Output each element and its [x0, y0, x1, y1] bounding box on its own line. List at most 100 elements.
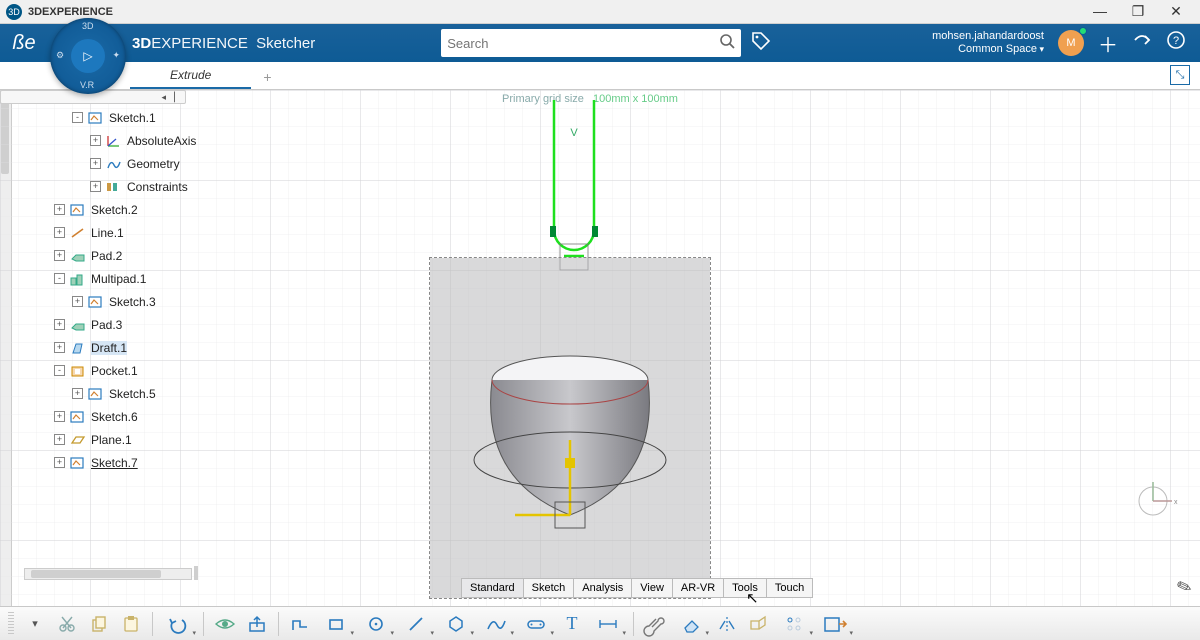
compass-south-label[interactable]: V.R — [80, 80, 94, 90]
plane-icon — [69, 432, 87, 448]
compass-east-label[interactable]: ✦ — [112, 50, 120, 61]
section-tab-view[interactable]: View — [631, 578, 673, 598]
exit-sketch-icon[interactable]: ▾ — [816, 610, 854, 638]
tree-node-label: Draft.1 — [91, 341, 127, 355]
tree-node-sketch-2[interactable]: + Sketch.2 — [18, 198, 268, 221]
tree-node-sketch-1[interactable]: -Sketch.1 — [18, 106, 268, 129]
add-icon[interactable]: ＋ — [1098, 29, 1118, 58]
project-tool-icon[interactable] — [744, 610, 774, 638]
tree-expander-icon[interactable]: - — [72, 112, 83, 123]
user-block[interactable]: mohsen.jahandardoost Common Space — [932, 30, 1044, 56]
tree-expander-icon[interactable]: + — [54, 342, 65, 353]
section-tab-touch[interactable]: Touch — [766, 578, 813, 598]
tree-node-absoluteaxis[interactable]: +AbsoluteAxis — [18, 129, 268, 152]
tag-icon[interactable] — [751, 31, 771, 56]
circle-tool-icon[interactable]: ▾ — [357, 610, 395, 638]
share-icon[interactable] — [1132, 30, 1152, 56]
tree-expander-icon[interactable]: + — [72, 296, 83, 307]
tree-expander-icon[interactable]: - — [54, 273, 65, 284]
tab-add-button[interactable]: + — [251, 65, 283, 89]
cut-icon[interactable] — [52, 610, 82, 638]
compass-north-label[interactable]: 3D — [82, 21, 94, 31]
tree-expander-icon[interactable]: + — [90, 181, 101, 192]
slot-tool-icon[interactable]: ▾ — [517, 610, 555, 638]
section-tab-ar-vr[interactable]: AR-VR — [672, 578, 724, 598]
compass[interactable]: 3D V.R ⚙ ✦ ▷ — [50, 18, 126, 94]
search-field[interactable] — [441, 29, 741, 57]
visibility-icon[interactable] — [210, 610, 240, 638]
paste-icon[interactable] — [116, 610, 146, 638]
tree-expander-icon[interactable]: + — [54, 250, 65, 261]
copy-icon[interactable] — [84, 610, 114, 638]
toolbar-grip-icon[interactable] — [8, 612, 14, 636]
help-icon[interactable]: ? — [1166, 30, 1186, 56]
mirror-tool-icon[interactable] — [712, 610, 742, 638]
tree-expander-icon[interactable]: + — [54, 227, 65, 238]
tree-expander-icon[interactable]: + — [90, 158, 101, 169]
module-name: Sketcher — [256, 35, 315, 52]
compass-west-label[interactable]: ⚙ — [56, 50, 64, 61]
toolbar-expand-button[interactable]: ▾ — [20, 610, 50, 638]
slot-profile[interactable]: V — [548, 96, 608, 271]
attach-icon[interactable] — [640, 610, 670, 638]
tree-expander-icon[interactable]: + — [54, 319, 65, 330]
tree-node-constraints[interactable]: +Constraints — [18, 175, 268, 198]
window-titlebar: 3D 3DEXPERIENCE — ❐ ✕ — [0, 0, 1200, 24]
tree-expander-icon[interactable]: + — [72, 388, 83, 399]
splitter-handle[interactable] — [194, 566, 198, 580]
text-tool-icon[interactable]: T — [557, 610, 587, 638]
profile-tool-icon[interactable] — [285, 610, 315, 638]
sketch-icon — [69, 409, 87, 425]
tree-node-line-1[interactable]: +Line.1 — [18, 221, 268, 244]
search-icon[interactable] — [719, 33, 735, 54]
tree-expander-icon[interactable]: + — [90, 135, 101, 146]
pattern-tool-icon[interactable]: ▾ — [776, 610, 814, 638]
line-tool-icon[interactable]: ▾ — [397, 610, 435, 638]
feature-tree[interactable]: -Sketch.1+AbsoluteAxis+Geometry+Constrai… — [18, 106, 268, 474]
rectangle-tool-icon[interactable]: ▾ — [317, 610, 355, 638]
app-brand: 3DEXPERIENCE Sketcher — [132, 35, 315, 52]
eraser-icon[interactable]: ▾ — [672, 610, 710, 638]
hexagon-tool-icon[interactable]: ▾ — [437, 610, 475, 638]
compass-play-icon[interactable]: ▷ — [71, 39, 105, 73]
spline-tool-icon[interactable]: ▾ — [477, 610, 515, 638]
scrollbar-thumb[interactable] — [31, 570, 161, 578]
dimension-tool-icon[interactable]: ▾ — [589, 610, 627, 638]
section-tab-standard[interactable]: Standard — [461, 578, 524, 598]
window-restore-button[interactable]: ❐ — [1128, 3, 1148, 20]
tree-node-label: Sketch.2 — [91, 203, 138, 217]
tree-node-sketch-6[interactable]: +Sketch.6 — [18, 405, 268, 428]
tree-node-pad-3[interactable]: +Pad.3 — [18, 313, 268, 336]
window-close-button[interactable]: ✕ — [1166, 3, 1186, 20]
tree-expander-icon[interactable]: + — [54, 434, 65, 445]
tree-expander-icon[interactable]: + — [54, 204, 65, 215]
window-minimize-button[interactable]: — — [1090, 3, 1110, 20]
view-triad-icon[interactable]: x — [1128, 476, 1178, 526]
section-tab-analysis[interactable]: Analysis — [573, 578, 632, 598]
tree-node-draft-1[interactable]: + Draft.1 — [18, 336, 268, 359]
tree-node-pad-2[interactable]: +Pad.2 — [18, 244, 268, 267]
space-selector[interactable]: Common Space — [932, 43, 1044, 56]
avatar[interactable]: M — [1058, 30, 1084, 56]
export-icon[interactable] — [242, 610, 272, 638]
tab-extrude[interactable]: Extrude — [130, 64, 251, 89]
presence-badge-icon — [1079, 27, 1087, 35]
tree-expander-icon[interactable]: + — [54, 411, 65, 422]
model-cone[interactable] — [455, 340, 695, 570]
search-input[interactable] — [447, 36, 719, 51]
tree-node-geometry[interactable]: +Geometry — [18, 152, 268, 175]
tree-node-sketch-5[interactable]: +Sketch.5 — [18, 382, 268, 405]
collapse-ui-button[interactable]: ⤡ — [1170, 65, 1190, 85]
tree-node-sketch-7[interactable]: +Sketch.7 — [18, 451, 268, 474]
section-tab-sketch[interactable]: Sketch — [523, 578, 575, 598]
section-tab-tools[interactable]: Tools — [723, 578, 767, 598]
tree-node-sketch-3[interactable]: +Sketch.3 — [18, 290, 268, 313]
tree-node-label: Plane.1 — [91, 433, 132, 447]
tree-node-plane-1[interactable]: + Plane.1 — [18, 428, 268, 451]
tree-expander-icon[interactable]: + — [54, 457, 65, 468]
tree-h-scrollbar[interactable] — [24, 568, 192, 580]
tree-node-multipad-1[interactable]: -Multipad.1 — [18, 267, 268, 290]
undo-icon[interactable]: ▾ — [159, 610, 197, 638]
tree-expander-icon[interactable]: - — [54, 365, 65, 376]
tree-node-pocket-1[interactable]: -Pocket.1 — [18, 359, 268, 382]
